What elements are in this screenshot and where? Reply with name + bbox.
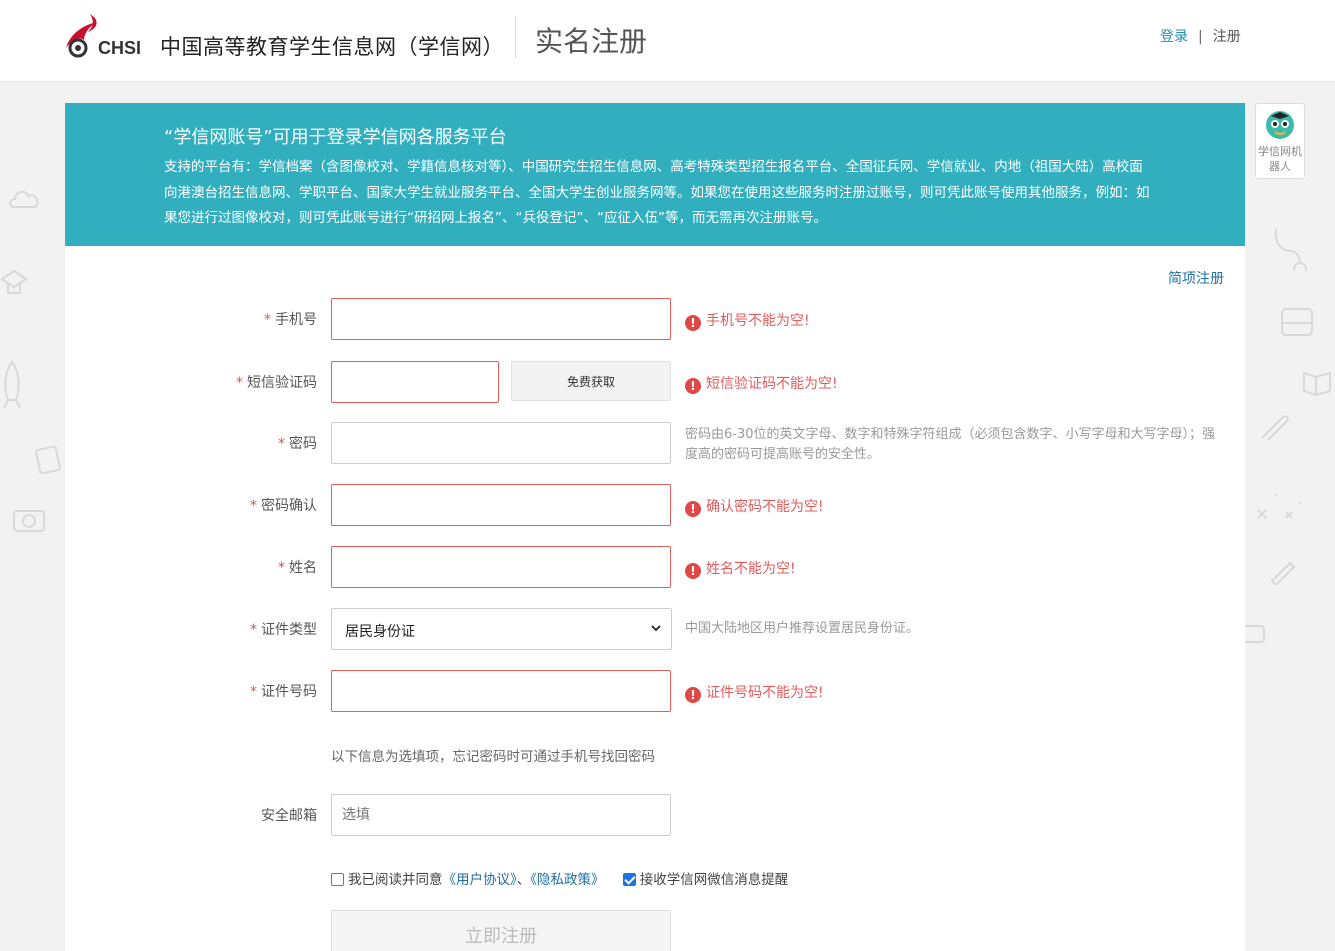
get-sms-code-button[interactable]: 免费获取	[511, 361, 671, 401]
top-links-separator: |	[1198, 29, 1203, 45]
bus-doodle-icon	[1281, 308, 1313, 336]
password-label-text: 密码	[289, 436, 317, 452]
error-icon: !	[685, 501, 701, 517]
book-doodle-icon	[1303, 371, 1331, 397]
wechat-reminder-checkbox[interactable]	[622, 873, 636, 886]
email-label: 安全邮箱	[261, 808, 317, 824]
header-divider	[515, 16, 516, 58]
error-icon: !	[685, 687, 701, 703]
submit-register-button[interactable]: 立即注册	[331, 910, 671, 951]
error-icon: !	[685, 378, 701, 394]
login-link[interactable]: 登录	[1160, 29, 1188, 45]
name-error-text: 姓名不能为空!	[706, 561, 796, 577]
register-form-panel: 简项注册 * 手机号 ! 手机号不能为空! * 短信验证码 免费获取 ! 短信验证码不能…	[65, 246, 1245, 951]
required-mark: *	[278, 560, 285, 576]
simple-register-link[interactable]: 简项注册	[1168, 268, 1224, 288]
password-row: * 密码 密码由6-30位的英文字母、数字和特殊字符组成（必须包含数字、小写字母和…	[65, 422, 1245, 464]
required-mark: *	[236, 375, 243, 391]
password-confirm-error: ! 确认密码不能为空!	[685, 496, 824, 517]
pencil-doodle-icon	[1270, 561, 1296, 585]
page-title: 实名注册	[535, 25, 648, 58]
required-mark: *	[250, 622, 257, 638]
notice-banner: “学信网账号”可用于登录学信网各服务平台 支持的平台有：学信档案（含图像校对、学…	[65, 103, 1245, 246]
id-number-label-text: 证件号码	[261, 684, 317, 700]
name-row: * 姓名 ! 姓名不能为空!	[65, 546, 1245, 588]
sms-code-error: ! 短信验证码不能为空!	[685, 373, 838, 394]
user-agreement-link[interactable]: 《用户协议》	[443, 872, 517, 888]
id-number-row: * 证件号码 ! 证件号码不能为空!	[65, 670, 1245, 712]
agree-prefix: 我已阅读并同意	[348, 872, 443, 888]
chevron-down-icon	[651, 625, 661, 632]
password-confirm-input[interactable]	[331, 484, 671, 526]
phone-error-text: 手机号不能为空!	[706, 313, 810, 329]
error-icon: !	[685, 563, 701, 579]
id-type-select[interactable]: 居民身份证	[331, 608, 672, 650]
stethoscope-doodle-icon	[1274, 228, 1308, 271]
notice-body: 支持的平台有：学信档案（含图像校对、学籍信息核对等）、中国研究生招生信息网、高考…	[164, 159, 1150, 226]
phone-input[interactable]	[331, 298, 671, 340]
required-mark: *	[264, 312, 271, 328]
id-number-error-text: 证件号码不能为空!	[706, 685, 824, 701]
phone-label: * 手机号	[264, 309, 317, 329]
rocket-doodle-icon	[3, 360, 21, 409]
register-link[interactable]: 注册	[1213, 29, 1241, 45]
robot-label: 学信网机器人	[1258, 145, 1302, 173]
required-mark: *	[250, 498, 257, 514]
robot-widget[interactable]: 学信网机器人	[1255, 103, 1305, 179]
privacy-policy-link[interactable]: 《隐私政策》	[530, 872, 604, 888]
id-number-error: ! 证件号码不能为空!	[685, 682, 824, 703]
top-links: 登录 | 注册	[1160, 26, 1241, 46]
cloud-doodle-icon	[9, 190, 39, 208]
notice-title: “学信网账号”可用于登录学信网各服务平台	[164, 127, 507, 148]
agreement-row: 我已阅读并同意《用户协议》、《隐私政策》 接收学信网微信消息提醒	[331, 868, 788, 888]
name-error: ! 姓名不能为空!	[685, 558, 796, 579]
phone-label-text: 手机号	[275, 312, 317, 328]
email-row: 安全邮箱	[65, 794, 1245, 836]
logo-text: CHSI	[98, 38, 142, 58]
password-label: * 密码	[278, 433, 317, 453]
name-label: * 姓名	[278, 557, 317, 577]
sms-code-input[interactable]	[331, 361, 499, 403]
optional-note: 以下信息为选填项，忘记密码时可通过手机号找回密码	[331, 749, 655, 765]
camera-doodle-icon	[13, 510, 45, 532]
id-number-input[interactable]	[331, 670, 671, 712]
email-input[interactable]	[331, 794, 671, 836]
agree-checkbox[interactable]	[331, 873, 344, 886]
password-input[interactable]	[331, 422, 671, 464]
paperclip-doodle-icon	[1261, 415, 1289, 441]
sms-code-row: * 短信验证码 免费获取 ! 短信验证码不能为空!	[65, 361, 1245, 403]
required-mark: *	[250, 684, 257, 700]
stars-doodle-icon	[1257, 494, 1301, 519]
password-hint: 密码由6-30位的英文字母、数字和特殊字符组成（必须包含数字、小写字母和大写字母…	[685, 427, 1216, 462]
name-label-text: 姓名	[289, 560, 317, 576]
required-mark: *	[278, 436, 285, 452]
phone-row: * 手机号 ! 手机号不能为空!	[65, 298, 1245, 340]
sms-code-label: * 短信验证码	[236, 372, 317, 392]
wechat-reminder-label: 接收学信网微信消息提醒	[639, 872, 789, 888]
site-name: 中国高等教育学生信息网（学信网）	[160, 35, 504, 59]
sms-code-error-text: 短信验证码不能为空!	[706, 376, 838, 392]
password-confirm-error-text: 确认密码不能为空!	[706, 499, 824, 515]
password-confirm-row: * 密码确认 ! 确认密码不能为空!	[65, 484, 1245, 526]
sms-code-label-text: 短信验证码	[247, 375, 317, 391]
notebook-doodle-icon	[35, 445, 61, 474]
id-type-label: * 证件类型	[250, 619, 317, 639]
grad-cap-doodle-icon	[0, 269, 28, 294]
id-type-row: * 证件类型 居民身份证 中国大陆地区用户推荐设置居民身份证。	[65, 608, 1245, 650]
id-type-label-text: 证件类型	[261, 622, 317, 638]
name-input[interactable]	[331, 546, 671, 588]
password-confirm-label-text: 密码确认	[261, 498, 317, 514]
agreement-separator: 、	[516, 872, 531, 888]
phone-error: ! 手机号不能为空!	[685, 310, 810, 331]
error-icon: !	[685, 315, 701, 331]
top-header: CHSI 中国高等教育学生信息网（学信网） 实名注册 登录 | 注册	[0, 0, 1335, 82]
password-confirm-label: * 密码确认	[250, 495, 317, 515]
id-number-label: * 证件号码	[250, 681, 317, 701]
id-type-selected: 居民身份证	[345, 624, 415, 640]
robot-avatar-icon	[1266, 111, 1294, 139]
id-type-hint: 中国大陆地区用户推荐设置居民身份证。	[685, 621, 920, 636]
